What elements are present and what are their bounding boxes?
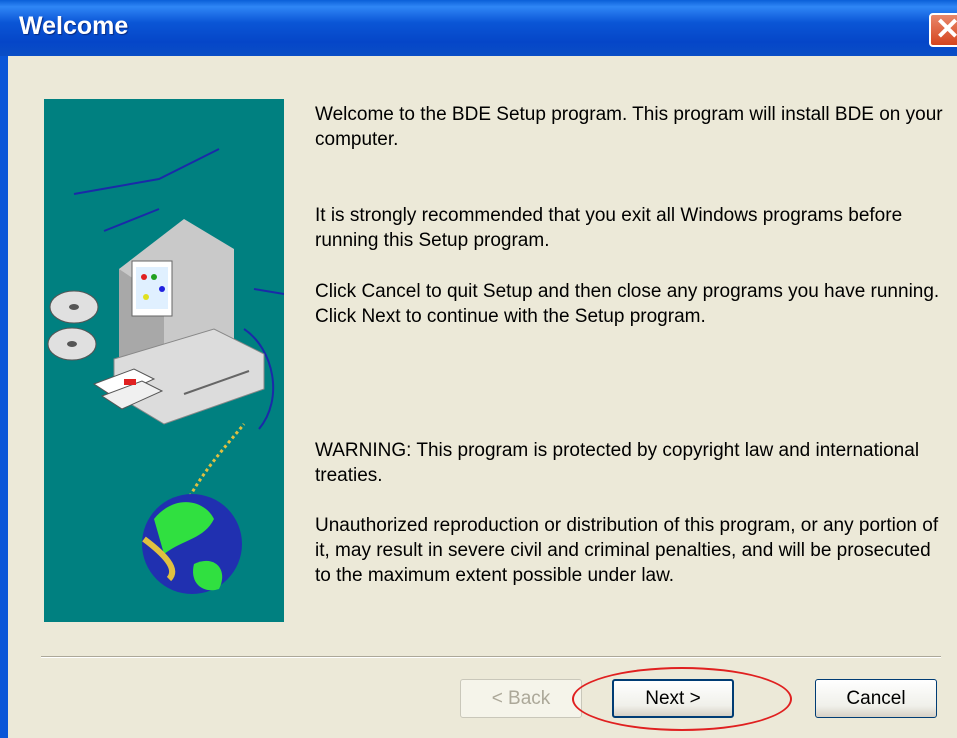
window-frame xyxy=(0,56,8,738)
close-button[interactable]: ✕ xyxy=(929,13,957,47)
cancel-button[interactable]: Cancel xyxy=(815,679,937,718)
setup-illustration xyxy=(44,99,285,622)
warning-paragraph: WARNING: This program is protected by co… xyxy=(315,440,920,486)
title-bar: Welcome ✕ xyxy=(0,0,957,56)
instructions-paragraph: Click Cancel to quit Setup and then clos… xyxy=(315,281,940,327)
separator xyxy=(41,656,941,658)
copyright-paragraph: Unauthorized reproduction or distributio… xyxy=(315,515,939,586)
disc-icon xyxy=(47,290,99,361)
back-button[interactable]: < Back xyxy=(460,679,582,718)
globe-icon xyxy=(142,494,242,594)
close-icon: ✕ xyxy=(935,13,957,46)
computer-icon xyxy=(47,148,285,594)
recommendation-paragraph: It is strongly recommended that you exit… xyxy=(315,205,903,251)
highlight-circle xyxy=(572,667,792,731)
intro-paragraph: Welcome to the BDE Setup program. This p… xyxy=(315,104,943,150)
window-title: Welcome xyxy=(19,12,129,40)
